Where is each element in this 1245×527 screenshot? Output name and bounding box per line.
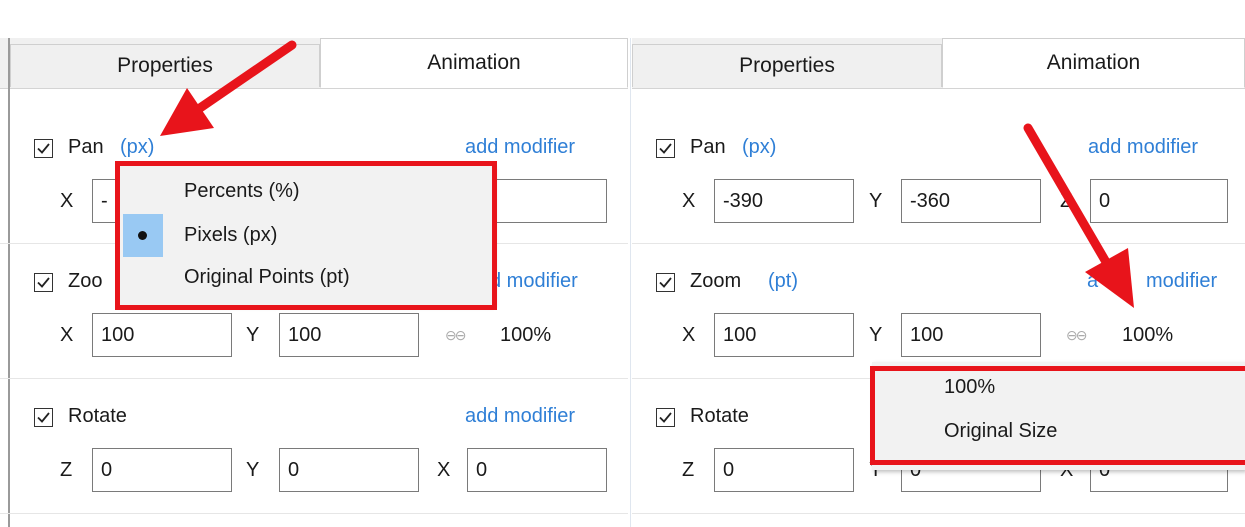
annotation-arrows: [160, 40, 1134, 308]
arrow-icon: [160, 40, 297, 136]
arrow-icon: [1023, 123, 1134, 308]
